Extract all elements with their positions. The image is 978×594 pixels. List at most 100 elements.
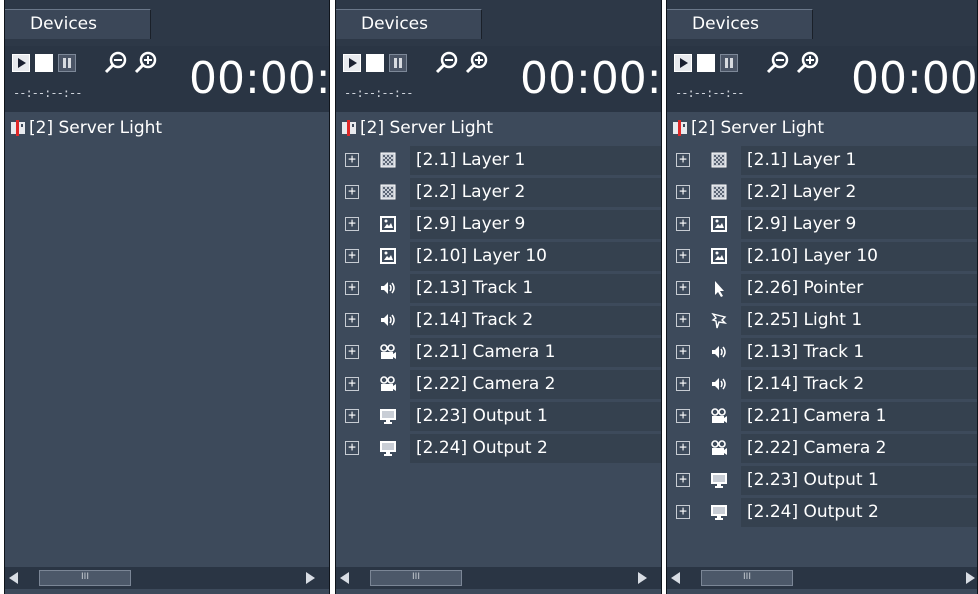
- scroll-thumb[interactable]: III: [701, 570, 793, 586]
- expand-plus-icon[interactable]: +: [345, 409, 359, 423]
- zoom-out-icon[interactable]: [103, 50, 129, 76]
- tree-root-server-light[interactable]: [2] Server Light: [667, 112, 977, 144]
- expand-plus-icon[interactable]: +: [676, 217, 690, 231]
- tree-item-label: [2.2] Layer 2: [747, 182, 857, 202]
- camera-icon: [711, 440, 727, 455]
- tree-item[interactable]: + [2.25] Light 1: [667, 304, 977, 336]
- zoom-in-icon[interactable]: [795, 50, 821, 76]
- tree-item-label: [2.13] Track 1: [747, 342, 865, 362]
- scroll-thumb[interactable]: III: [370, 570, 462, 586]
- tree-item-label: [2.23] Output 1: [416, 406, 548, 426]
- camera-icon: [380, 376, 396, 391]
- expand-plus-icon[interactable]: +: [345, 281, 359, 295]
- expand-plus-icon[interactable]: +: [676, 345, 690, 359]
- tree-item[interactable]: + [2.9] Layer 9: [336, 208, 661, 240]
- expand-plus-icon[interactable]: +: [345, 313, 359, 327]
- tree-item[interactable]: + [2.1] Layer 1: [667, 144, 977, 176]
- tree-item[interactable]: + [2.14] Track 2: [336, 304, 661, 336]
- zoom-in-icon[interactable]: [133, 50, 159, 76]
- tree-item[interactable]: + [2.21] Camera 1: [667, 400, 977, 432]
- expand-plus-icon[interactable]: +: [676, 313, 690, 327]
- tree-item[interactable]: + [2.2] Layer 2: [336, 176, 661, 208]
- tree-item[interactable]: + [2.23] Output 1: [336, 400, 661, 432]
- scroll-right-arrow-icon[interactable]: [966, 572, 975, 584]
- monitor-icon: [711, 505, 727, 520]
- expand-plus-icon[interactable]: +: [345, 217, 359, 231]
- expand-plus-icon[interactable]: +: [345, 249, 359, 263]
- scroll-left-arrow-icon[interactable]: [340, 572, 349, 584]
- stop-button[interactable]: [366, 54, 384, 72]
- zoom-in-icon[interactable]: [464, 50, 490, 76]
- tree-item[interactable]: + [2.1] Layer 1: [336, 144, 661, 176]
- sub-timecode: --:--:--:--: [13, 86, 82, 100]
- expand-plus-icon[interactable]: +: [676, 505, 690, 519]
- tree-item[interactable]: + [2.14] Track 2: [667, 368, 977, 400]
- tree-root-label: [2] Server Light: [360, 118, 494, 138]
- transport-toolbar: 00:00: --:--:--:--: [5, 46, 329, 112]
- play-button[interactable]: [343, 54, 361, 72]
- zoom-out-icon[interactable]: [765, 50, 791, 76]
- tree-item[interactable]: + [2.22] Camera 2: [667, 432, 977, 464]
- expand-plus-icon[interactable]: +: [676, 441, 690, 455]
- tree-item[interactable]: + [2.24] Output 2: [667, 496, 977, 528]
- camera-icon: [380, 344, 396, 359]
- tree-item-label: [2.14] Track 2: [416, 310, 534, 330]
- horizontal-scrollbar[interactable]: III: [667, 567, 977, 589]
- devices-panel: Devices 00:00 --:--:--:-- [2] Server Lig…: [666, 0, 978, 594]
- tab-devices[interactable]: Devices: [667, 9, 813, 39]
- scroll-right-arrow-icon[interactable]: [638, 572, 647, 584]
- speaker-icon: [381, 282, 395, 294]
- expand-plus-icon[interactable]: +: [676, 249, 690, 263]
- tab-devices[interactable]: Devices: [5, 9, 151, 39]
- layer-image-icon: [380, 248, 396, 264]
- expand-plus-icon[interactable]: +: [345, 377, 359, 391]
- expand-plus-icon[interactable]: +: [345, 153, 359, 167]
- expand-plus-icon[interactable]: +: [676, 153, 690, 167]
- layer-pattern-icon: [380, 152, 396, 168]
- expand-plus-icon[interactable]: +: [676, 473, 690, 487]
- zoom-out-icon[interactable]: [434, 50, 460, 76]
- tree-item[interactable]: + [2.13] Track 1: [336, 272, 661, 304]
- expand-plus-icon[interactable]: +: [676, 409, 690, 423]
- expand-plus-icon[interactable]: +: [345, 185, 359, 199]
- tree-item[interactable]: + [2.13] Track 1: [667, 336, 977, 368]
- stop-button[interactable]: [35, 54, 53, 72]
- scroll-left-arrow-icon[interactable]: [671, 572, 680, 584]
- sub-timecode: --:--:--:--: [675, 86, 744, 100]
- expand-plus-icon[interactable]: +: [676, 185, 690, 199]
- pause-button[interactable]: [58, 54, 76, 72]
- expand-plus-icon[interactable]: +: [676, 281, 690, 295]
- horizontal-scrollbar[interactable]: III: [5, 567, 329, 589]
- play-button[interactable]: [12, 54, 30, 72]
- tree-item-label: [2.22] Camera 2: [747, 438, 887, 458]
- horizontal-scrollbar[interactable]: III: [336, 567, 661, 589]
- play-button[interactable]: [674, 54, 692, 72]
- tree-item[interactable]: + [2.23] Output 1: [667, 464, 977, 496]
- layer-image-icon: [711, 248, 727, 264]
- tree-item[interactable]: + [2.24] Output 2: [336, 432, 661, 464]
- tree-item[interactable]: + [2.9] Layer 9: [667, 208, 977, 240]
- tree-item[interactable]: + [2.26] Pointer: [667, 272, 977, 304]
- pause-button[interactable]: [389, 54, 407, 72]
- tab-devices[interactable]: Devices: [336, 9, 482, 39]
- tree-item[interactable]: + [2.22] Camera 2: [336, 368, 661, 400]
- monitor-icon: [380, 441, 396, 456]
- tree-item-label: [2.24] Output 2: [747, 502, 879, 522]
- expand-plus-icon[interactable]: +: [345, 345, 359, 359]
- sub-timecode: --:--:--:--: [344, 86, 413, 100]
- expand-plus-icon[interactable]: +: [676, 377, 690, 391]
- speaker-icon: [381, 314, 395, 326]
- tree-root-server-light[interactable]: [2] Server Light: [336, 112, 661, 144]
- scroll-left-arrow-icon[interactable]: [9, 572, 18, 584]
- scroll-thumb[interactable]: III: [39, 570, 131, 586]
- tree-item[interactable]: + [2.2] Layer 2: [667, 176, 977, 208]
- tree-item[interactable]: + [2.10] Layer 10: [667, 240, 977, 272]
- layer-pattern-icon: [711, 184, 727, 200]
- expand-plus-icon[interactable]: +: [345, 441, 359, 455]
- tree-root-server-light[interactable]: [2] Server Light: [5, 112, 329, 144]
- tree-item[interactable]: + [2.10] Layer 10: [336, 240, 661, 272]
- pause-button[interactable]: [720, 54, 738, 72]
- stop-button[interactable]: [697, 54, 715, 72]
- scroll-right-arrow-icon[interactable]: [306, 572, 315, 584]
- tree-item[interactable]: + [2.21] Camera 1: [336, 336, 661, 368]
